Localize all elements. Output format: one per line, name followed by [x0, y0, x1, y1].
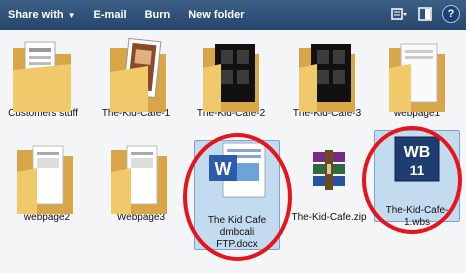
- explorer-window: Share with ▼ E-mail Burn New folder ? Cu…: [0, 0, 466, 273]
- folder-icon: [377, 34, 457, 112]
- item-label: The-Kid-Cafe.zip: [291, 212, 367, 223]
- folder-webpage2[interactable]: webpage2: [4, 138, 90, 224]
- folder-icon: [101, 138, 181, 214]
- folder-icon: [191, 34, 271, 112]
- file-the-kid-cafe-docx[interactable]: W The Kid Cafe dmbcali FTP.docx: [194, 140, 280, 250]
- item-label: The-Kid-Cafe-1.wbs: [385, 205, 449, 228]
- new-folder-button[interactable]: New folder: [188, 9, 244, 21]
- folder-the-kid-cafe-1[interactable]: The-Kid-Cafe-1: [93, 34, 179, 120]
- folder-icon: [3, 34, 83, 112]
- help-icon[interactable]: ?: [442, 5, 460, 23]
- wbs-number: 11: [410, 162, 425, 178]
- folder-icon: [7, 138, 87, 214]
- folder-customers-stuff[interactable]: Customers stuff: [0, 34, 86, 120]
- folder-webpage3[interactable]: Webpage3: [98, 138, 184, 224]
- folder-icon: [287, 34, 367, 112]
- file-the-kid-cafe-zip[interactable]: The-Kid-Cafe.zip: [286, 138, 372, 224]
- folder-the-kid-cafe-2[interactable]: The-Kid-Cafe-2: [188, 34, 274, 120]
- command-bar: Share with ▼ E-mail Burn New folder ?: [0, 0, 466, 30]
- chevron-down-icon: ▼: [67, 10, 76, 20]
- view-options-icon[interactable]: [390, 5, 408, 23]
- wbs-file-icon: WB 11: [377, 131, 457, 203]
- item-label: The Kid Cafe dmbcali FTP.docx: [207, 215, 267, 250]
- word-document-icon: W: [197, 141, 277, 213]
- word-letter: W: [215, 159, 232, 179]
- burn-button[interactable]: Burn: [145, 9, 171, 21]
- preview-pane-icon[interactable]: [416, 5, 434, 23]
- file-the-kid-cafe-1-wbs[interactable]: WB 11 The-Kid-Cafe-1.wbs: [374, 130, 460, 228]
- folder-the-kid-cafe-3[interactable]: The-Kid-Cafe-3: [284, 34, 370, 120]
- folder-icon: [96, 34, 176, 112]
- share-with-label: Share with: [8, 9, 64, 21]
- email-button[interactable]: E-mail: [94, 9, 127, 21]
- wbs-letters: WB: [404, 144, 431, 161]
- zip-archive-icon: [289, 138, 369, 210]
- folder-webpage1[interactable]: webpage1: [374, 34, 460, 120]
- share-with-button[interactable]: Share with ▼: [8, 9, 76, 21]
